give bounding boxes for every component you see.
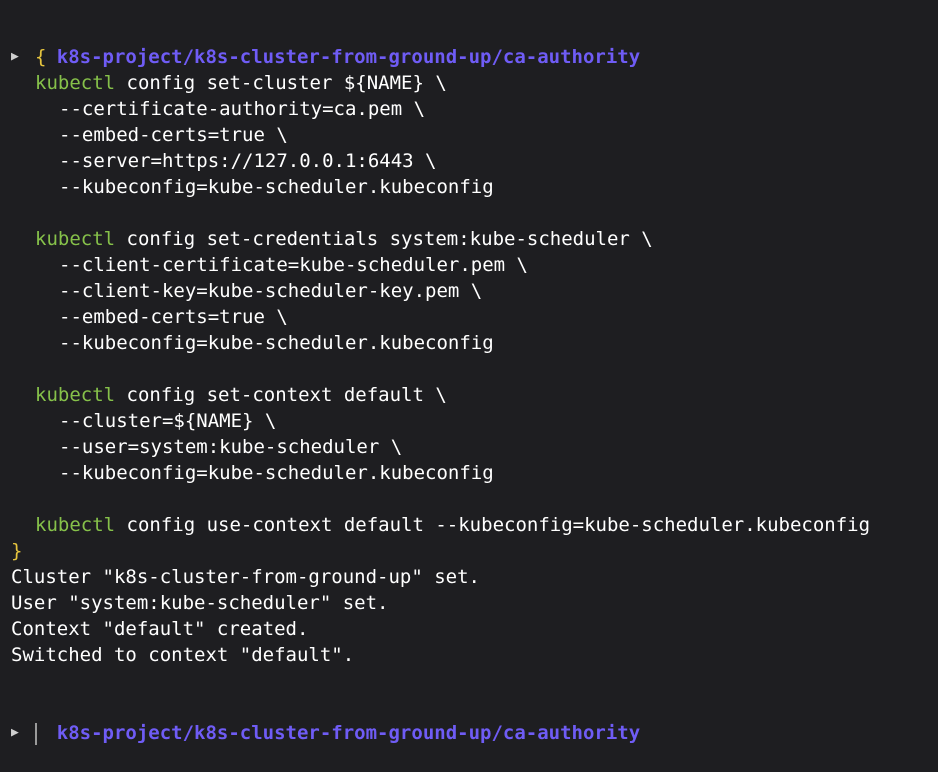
terminal-window[interactable]: k8s-project/k8s-cluster-from-ground-up/c… (0, 0, 938, 770)
kubectl-keyword: kubectl (35, 228, 116, 250)
command-arg: --client-certificate=kube-scheduler.pem … (59, 254, 528, 276)
command-arg: --certificate-authority=ca.pem \ (59, 98, 426, 120)
command-line-set-context: kubectl config set-context default \ (11, 382, 938, 408)
command-arg: --embed-certs=true \ (59, 306, 288, 328)
prompt-path: k8s-project/k8s-cluster-from-ground-up/c… (56, 722, 641, 744)
command-line-set-cluster: kubectl config set-cluster ${NAME} \ (11, 70, 938, 96)
prompt-path: k8s-project/k8s-cluster-from-ground-up/c… (56, 46, 641, 68)
prompt-arrow-icon: ▶ (11, 49, 19, 64)
command-arg: --kubeconfig=kube-scheduler.kubeconfig (59, 332, 494, 354)
output-line: Cluster "k8s-cluster-from-ground-up" set… (11, 566, 480, 588)
prompt-line: k8s-project/k8s-cluster-from-ground-up/c… (11, 18, 938, 68)
kubectl-keyword: kubectl (35, 384, 116, 406)
command-arg: --kubeconfig=kube-scheduler.kubeconfig (59, 462, 494, 484)
command-text: config set-cluster ${NAME} \ (115, 72, 447, 94)
kubectl-keyword: kubectl (35, 72, 116, 94)
prompt-arrow-icon: ▶ (11, 725, 19, 740)
command-arg: --user=system:kube-scheduler \ (59, 436, 403, 458)
command-arg: --embed-certs=true \ (59, 124, 288, 146)
command-arg: --cluster=${NAME} \ (59, 410, 277, 432)
command-line-set-credentials: kubectl config set-credentials system:ku… (11, 226, 938, 252)
prompt-line: k8s-project/k8s-cluster-from-ground-up/c… (11, 694, 938, 744)
output-line: Switched to context "default". (11, 644, 355, 666)
output-line: Context "default" created. (11, 618, 309, 640)
close-brace: } (11, 540, 23, 562)
command-text: config set-credentials system:kube-sched… (115, 228, 653, 250)
command-arg: --server=https://127.0.0.1:6443 \ (59, 150, 437, 172)
open-brace: { (35, 46, 47, 68)
command-text: config set-context default \ (115, 384, 447, 406)
kubectl-keyword: kubectl (35, 514, 116, 536)
command-line-use-context: kubectl config use-context default --kub… (11, 512, 938, 538)
command-arg: --kubeconfig=kube-scheduler.kubeconfig (59, 176, 494, 198)
command-arg: --client-key=kube-scheduler-key.pem \ (59, 280, 483, 302)
output-line: User "system:kube-scheduler" set. (11, 592, 389, 614)
command-text: config use-context default --kubeconfig=… (115, 514, 871, 536)
text-cursor[interactable] (35, 722, 37, 745)
